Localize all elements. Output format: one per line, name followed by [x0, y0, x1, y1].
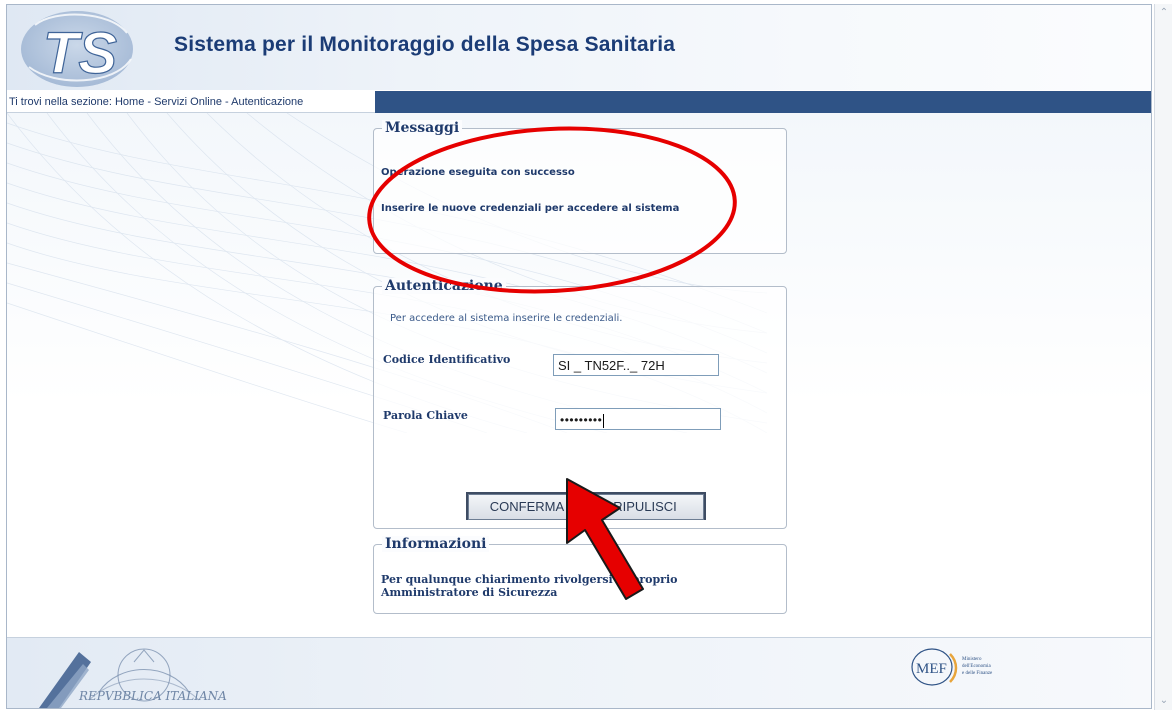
breadcrumb-bar: Ti trovi nella sezione: Home - Servizi O…	[7, 91, 1151, 113]
browser-page: TS Sistema per il Monitoraggio della Spe…	[6, 4, 1152, 709]
chevron-up-icon[interactable]: ⌃	[1158, 7, 1170, 19]
svg-text:e delle Finanze: e delle Finanze	[962, 671, 993, 676]
button-group: CONFERMA RIPULISCI	[466, 492, 706, 520]
site-footer: REPVBBLICA ITALIANA MEF Ministero dell'E…	[7, 637, 1151, 708]
new-credentials-message: Inserire le nuove credenziali per accede…	[381, 203, 680, 214]
password-input[interactable]: •••••••••	[555, 408, 721, 430]
svg-text:dell'Economia: dell'Economia	[962, 664, 991, 669]
vertical-scrollbar[interactable]: ⌃ ⌄	[1154, 4, 1172, 710]
confirm-button[interactable]: CONFERMA	[468, 494, 586, 520]
site-header: TS Sistema per il Monitoraggio della Spe…	[7, 5, 1151, 90]
mef-logo: MEF Ministero dell'Economia e delle Fina…	[911, 648, 993, 686]
password-value: •••••••••	[560, 413, 603, 427]
ts-logo: TS	[21, 11, 133, 87]
info-line-2: Amministratore di Sicurezza	[381, 586, 558, 599]
svg-text:Ministero: Ministero	[962, 657, 982, 662]
code-input[interactable]: SI _ TN52F.._ 72H	[553, 354, 719, 376]
info-legend: Informazioni	[382, 536, 490, 552]
authentication-intro: Per accedere al sistema inserire le cred…	[390, 313, 623, 324]
authentication-legend: Autenticazione	[382, 278, 506, 294]
text-caret	[603, 413, 605, 428]
svg-text:TS: TS	[43, 21, 117, 86]
info-panel: Informazioni Per qualunque chiarimento r…	[373, 536, 787, 614]
clear-button[interactable]: RIPULISCI	[586, 494, 704, 520]
messages-panel: Messaggi Operazione eseguita con success…	[373, 120, 787, 254]
svg-text:MEF: MEF	[916, 661, 947, 677]
republic-emblem: REPVBBLICA ITALIANA	[39, 648, 227, 708]
svg-text:REPVBBLICA ITALIANA: REPVBBLICA ITALIANA	[78, 689, 227, 703]
success-message: Operazione eseguita con successo	[381, 167, 575, 178]
code-label: Codice Identificativo	[383, 353, 511, 366]
password-label: Parola Chiave	[383, 409, 468, 422]
chevron-down-icon[interactable]: ⌄	[1158, 695, 1170, 707]
breadcrumb: Ti trovi nella sezione: Home - Servizi O…	[7, 91, 375, 113]
page-title: Sistema per il Monitoraggio della Spesa …	[174, 33, 676, 56]
info-line-1: Per qualunque chiarimento rivolgersi al …	[381, 573, 678, 586]
messages-legend: Messaggi	[382, 120, 463, 136]
